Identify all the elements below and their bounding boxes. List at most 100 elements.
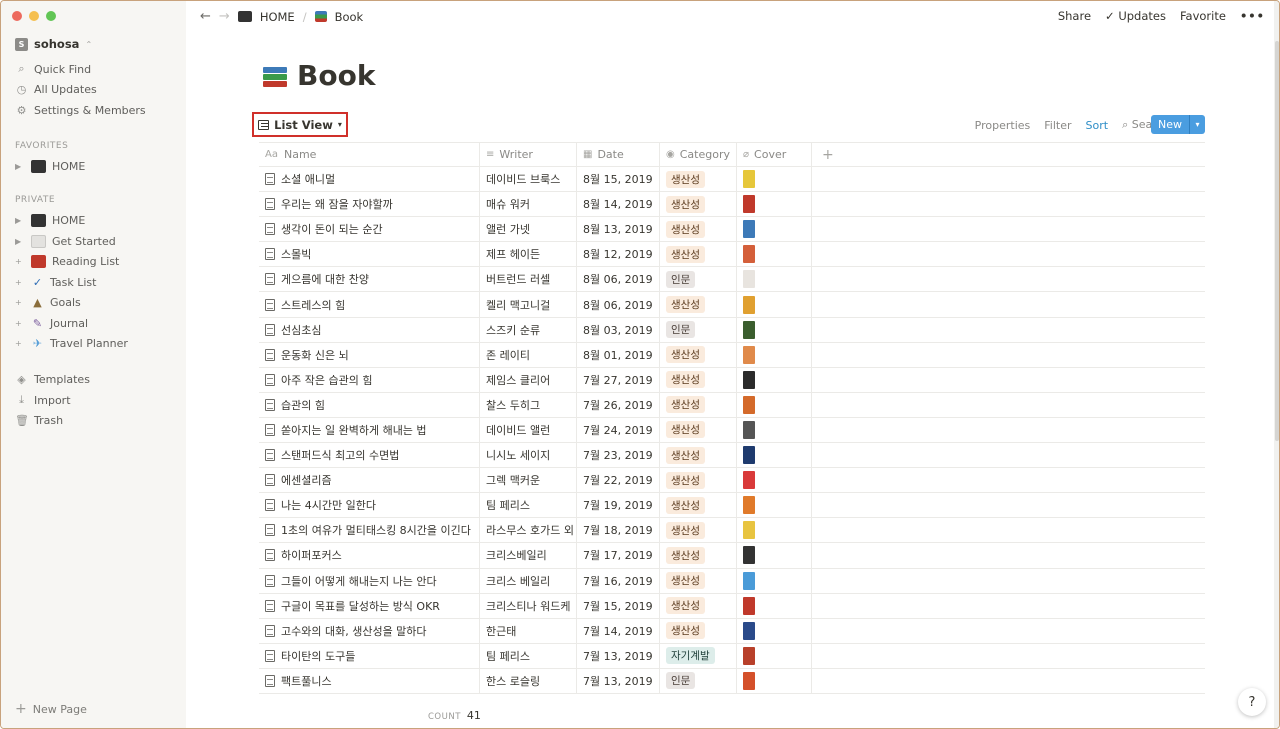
sort-button[interactable]: Sort xyxy=(1086,119,1109,132)
cell-cover[interactable] xyxy=(737,568,812,593)
table-row[interactable]: 우리는 왜 잠을 자야할까 매슈 워커 8월 14, 2019 생산성 xyxy=(259,192,1205,218)
cell-cover[interactable] xyxy=(737,468,812,493)
page-title[interactable]: Book xyxy=(297,59,375,92)
cell-name[interactable]: 에센셜리즘 xyxy=(259,468,480,493)
cell-category[interactable]: 생산성 xyxy=(660,167,737,192)
cell-category[interactable]: 인문 xyxy=(660,668,737,693)
column-header-category[interactable]: ◉ Category xyxy=(660,143,737,166)
cell-cover[interactable] xyxy=(737,267,812,292)
cell-date[interactable]: 7월 18, 2019 xyxy=(577,518,660,543)
cover-thumbnail[interactable] xyxy=(743,345,755,364)
cell-writer[interactable]: 한근태 xyxy=(480,618,577,643)
workspace-switcher[interactable]: S sohosa ⌃ xyxy=(15,37,92,51)
cover-thumbnail[interactable] xyxy=(743,596,755,615)
table-row[interactable]: 선심초심 스즈키 순류 8월 03, 2019 인문 xyxy=(259,317,1205,343)
table-row[interactable]: 스탠퍼드식 최고의 수면법 니시노 세이지 7월 23, 2019 생산성 xyxy=(259,443,1205,469)
sidebar-item-import[interactable]: ⤓ Import xyxy=(15,390,70,410)
cell-category[interactable]: 생산성 xyxy=(660,192,737,217)
cell-writer[interactable]: 팀 페리스 xyxy=(480,643,577,668)
cell-name[interactable]: 고수와의 대화, 생산성을 말하다 xyxy=(259,618,480,643)
cover-thumbnail[interactable] xyxy=(743,546,755,565)
cell-name[interactable]: 습관의 힘 xyxy=(259,392,480,417)
cell-name[interactable]: 우리는 왜 잠을 자야할까 xyxy=(259,192,480,217)
cell-category[interactable]: 생산성 xyxy=(660,493,737,518)
cell-date[interactable]: 8월 12, 2019 xyxy=(577,242,660,267)
expand-triangle-icon[interactable]: ▶ xyxy=(15,162,25,171)
cell-name[interactable]: 하이퍼포커스 xyxy=(259,543,480,568)
table-row[interactable]: 1초의 여유가 멀티태스킹 8시간을 이긴다 라스무스 호가드 외 7월 18, 2… xyxy=(259,518,1205,544)
cell-category[interactable]: 생산성 xyxy=(660,618,737,643)
cover-thumbnail[interactable] xyxy=(743,370,755,389)
cell-writer[interactable]: 데이비드 앨런 xyxy=(480,417,577,443)
cell-cover[interactable] xyxy=(737,342,812,367)
cell-date[interactable]: 7월 16, 2019 xyxy=(577,568,660,593)
cell-date[interactable]: 7월 17, 2019 xyxy=(577,543,660,568)
table-row[interactable]: 에센셜리즘 그렉 맥커운 7월 22, 2019 생산성 xyxy=(259,468,1205,494)
sidebar-item-reading-list[interactable]: + Reading List xyxy=(15,251,119,271)
cell-writer[interactable]: 존 레이티 xyxy=(480,342,577,367)
cell-writer[interactable]: 크리스 베일리 xyxy=(480,568,577,593)
cover-thumbnail[interactable] xyxy=(743,521,755,540)
cell-category[interactable]: 생산성 xyxy=(660,443,737,468)
more-options-icon[interactable]: ••• xyxy=(1240,9,1265,23)
cell-cover[interactable] xyxy=(737,217,812,242)
table-row[interactable]: 구글이 목표를 달성하는 방식 OKR 크리스티나 워드케 7월 15, 2019 생… xyxy=(259,593,1205,619)
cell-date[interactable]: 8월 01, 2019 xyxy=(577,342,660,367)
cell-cover[interactable] xyxy=(737,618,812,643)
add-icon[interactable]: + xyxy=(15,339,25,348)
new-page-button[interactable]: + New Page xyxy=(15,701,87,717)
cover-thumbnail[interactable] xyxy=(743,220,755,239)
chevron-down-icon[interactable]: ▾ xyxy=(1190,115,1205,134)
cell-date[interactable]: 8월 03, 2019 xyxy=(577,317,660,342)
cell-name[interactable]: 생각이 돈이 되는 순간 xyxy=(259,217,480,242)
cell-writer[interactable]: 제임스 클리어 xyxy=(480,367,577,392)
cell-date[interactable]: 8월 06, 2019 xyxy=(577,267,660,292)
sidebar-item-goals[interactable]: + ▲ Goals xyxy=(15,292,81,312)
cell-cover[interactable] xyxy=(737,593,812,618)
cell-cover[interactable] xyxy=(737,643,812,668)
cell-cover[interactable] xyxy=(737,417,812,443)
cell-cover[interactable] xyxy=(737,493,812,518)
column-header-name[interactable]: Aa Name xyxy=(259,143,480,166)
cell-category[interactable]: 인문 xyxy=(660,317,737,342)
cell-cover[interactable] xyxy=(737,242,812,267)
cover-thumbnail[interactable] xyxy=(743,571,755,590)
help-button[interactable]: ? xyxy=(1238,688,1266,716)
properties-button[interactable]: Properties xyxy=(975,119,1031,132)
cell-category[interactable]: 생산성 xyxy=(660,217,737,242)
cell-writer[interactable]: 크리스베일리 xyxy=(480,543,577,568)
sidebar-item-settings[interactable]: ⚙ Settings & Members xyxy=(15,100,146,120)
add-column-button[interactable]: + xyxy=(812,143,1205,166)
cell-writer[interactable]: 제프 헤이든 xyxy=(480,242,577,267)
sidebar-item-get-started[interactable]: ▶ Get Started xyxy=(15,231,116,251)
close-window-button[interactable] xyxy=(12,11,22,21)
table-row[interactable]: 나는 4시간만 일한다 팀 페리스 7월 19, 2019 생산성 xyxy=(259,493,1205,519)
cell-category[interactable]: 자기계발 xyxy=(660,643,737,668)
cell-writer[interactable]: 팀 페리스 xyxy=(480,493,577,518)
back-arrow-icon[interactable]: ← xyxy=(200,9,211,24)
cover-thumbnail[interactable] xyxy=(743,420,755,439)
cell-date[interactable]: 7월 13, 2019 xyxy=(577,643,660,668)
cell-date[interactable]: 8월 14, 2019 xyxy=(577,192,660,217)
cell-category[interactable]: 생산성 xyxy=(660,292,737,317)
cover-thumbnail[interactable] xyxy=(743,671,755,690)
cell-writer[interactable]: 라스무스 호가드 외 xyxy=(480,518,577,543)
sidebar-item-home[interactable]: ▶ HOME xyxy=(15,210,85,230)
cell-category[interactable]: 생산성 xyxy=(660,568,737,593)
table-row[interactable]: 팩트풀니스 한스 로슬링 7월 13, 2019 인문 xyxy=(259,668,1205,694)
cell-category[interactable]: 인문 xyxy=(660,267,737,292)
cell-cover[interactable] xyxy=(737,392,812,417)
cell-writer[interactable]: 크리스티나 워드케 xyxy=(480,593,577,618)
cover-thumbnail[interactable] xyxy=(743,295,755,314)
cell-cover[interactable] xyxy=(737,443,812,468)
cell-category[interactable]: 생산성 xyxy=(660,342,737,367)
cell-writer[interactable]: 매슈 워커 xyxy=(480,192,577,217)
cell-writer[interactable]: 한스 로슬링 xyxy=(480,668,577,693)
cell-category[interactable]: 생산성 xyxy=(660,518,737,543)
cell-cover[interactable] xyxy=(737,543,812,568)
cell-category[interactable]: 생산성 xyxy=(660,593,737,618)
cell-cover[interactable] xyxy=(737,668,812,693)
sidebar-item-quick-find[interactable]: ⌕ Quick Find xyxy=(15,59,91,79)
table-row[interactable]: 게으름에 대한 찬양 버트런드 러셀 8월 06, 2019 인문 xyxy=(259,267,1205,293)
cell-cover[interactable] xyxy=(737,518,812,543)
